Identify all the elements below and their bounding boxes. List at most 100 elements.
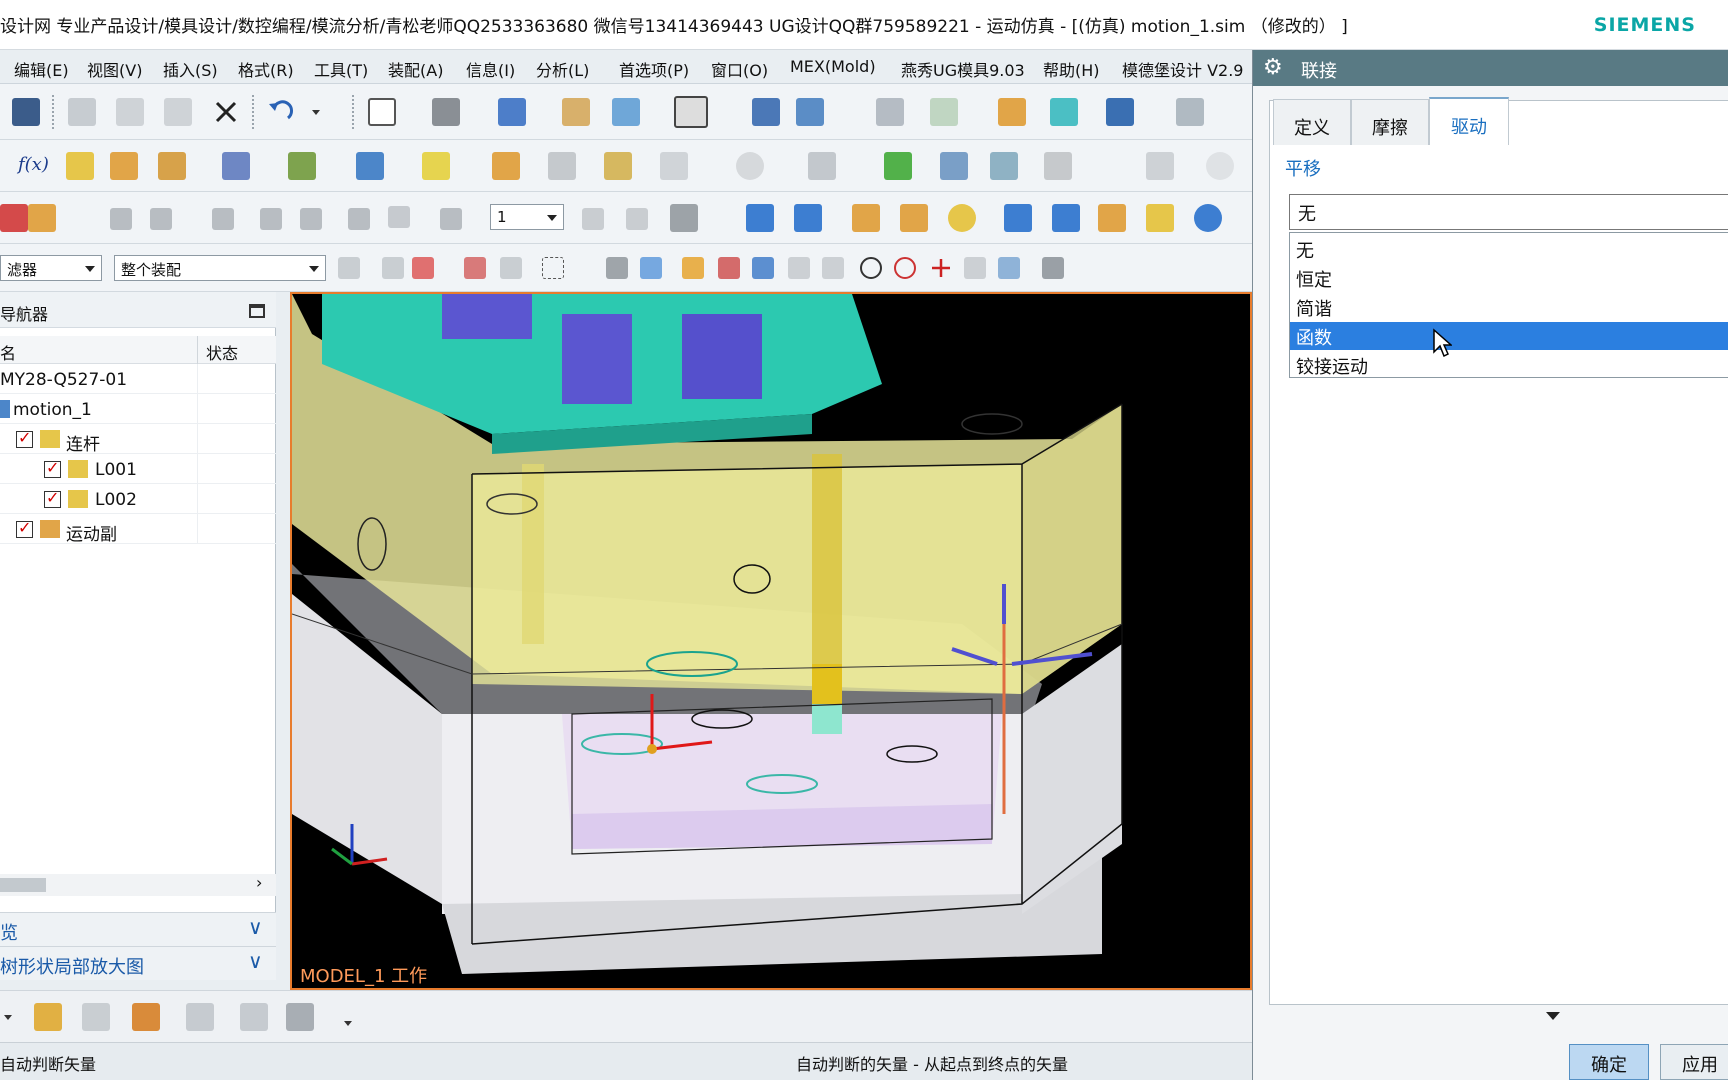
- cube-view-icon[interactable]: [498, 98, 526, 126]
- menu-assembly[interactable]: 装配(A): [388, 57, 443, 81]
- rotate-icon[interactable]: [28, 204, 56, 232]
- undo-icon[interactable]: [266, 98, 294, 126]
- marker-icon[interactable]: [422, 152, 450, 180]
- tab-friction[interactable]: 摩擦: [1351, 99, 1429, 145]
- solver-icon[interactable]: [940, 152, 968, 180]
- menu-analysis[interactable]: 分析(L): [536, 57, 589, 81]
- chevron-down-icon[interactable]: ∨: [248, 949, 263, 973]
- open-folder-icon[interactable]: [562, 98, 590, 126]
- interference-icon[interactable]: [604, 152, 632, 180]
- snap-endpoint-icon[interactable]: [682, 257, 704, 279]
- move-icon[interactable]: [796, 98, 824, 126]
- menu-yanxiu[interactable]: 燕秀UG模具9.03: [901, 57, 1025, 81]
- cut-icon[interactable]: [68, 98, 96, 126]
- menu-edit[interactable]: 编辑(E): [14, 57, 69, 81]
- dimension-icon[interactable]: [1176, 98, 1204, 126]
- option-constant[interactable]: 恒定: [1290, 264, 1728, 292]
- next-frame-icon[interactable]: [260, 208, 282, 230]
- section-icon[interactable]: [626, 208, 648, 230]
- play-icon[interactable]: [212, 208, 234, 230]
- reposition-icon[interactable]: [186, 1003, 214, 1031]
- last-frame-icon[interactable]: [300, 208, 322, 230]
- tab-driver[interactable]: 驱动: [1429, 97, 1509, 145]
- copy-icon[interactable]: [116, 98, 144, 126]
- select-face-icon[interactable]: [640, 257, 662, 279]
- link-icon[interactable]: [66, 152, 94, 180]
- search-icon[interactable]: [1206, 152, 1234, 180]
- constraint-icon[interactable]: [132, 1003, 160, 1031]
- joint-icon[interactable]: [110, 152, 138, 180]
- copy-body-icon[interactable]: [660, 152, 688, 180]
- chevron-right-icon[interactable]: ›: [256, 873, 262, 892]
- snap-perpendicular-icon[interactable]: [822, 257, 844, 279]
- snap-quadrant-icon[interactable]: [894, 257, 916, 279]
- fit-view-icon[interactable]: [368, 98, 396, 126]
- ok-button[interactable]: 确定: [1569, 1044, 1649, 1080]
- visibility-checkbox[interactable]: [44, 458, 61, 478]
- plate-icon[interactable]: [1004, 204, 1032, 232]
- snap-line-icon[interactable]: [718, 257, 740, 279]
- component-icon[interactable]: [82, 1003, 110, 1031]
- frame-select[interactable]: 1: [490, 204, 564, 230]
- snap-midpoint-icon[interactable]: [752, 257, 774, 279]
- shaded-icon[interactable]: [432, 98, 460, 126]
- snap-intersection-icon[interactable]: [930, 257, 952, 279]
- tree-node-joints[interactable]: 运动副: [0, 514, 276, 545]
- csys-icon[interactable]: [930, 98, 958, 126]
- chevron-down-icon[interactable]: [1546, 1012, 1560, 1020]
- pattern-icon[interactable]: [794, 204, 822, 232]
- snap-face-icon[interactable]: [998, 257, 1020, 279]
- gear-joint-icon[interactable]: [158, 152, 186, 180]
- tab-definition[interactable]: 定义: [1273, 99, 1351, 145]
- select-body-icon[interactable]: [606, 257, 628, 279]
- filter-icon[interactable]: [338, 257, 360, 279]
- loop-icon[interactable]: [388, 206, 410, 228]
- option-harmonic[interactable]: 简谐: [1290, 293, 1728, 321]
- save-icon[interactable]: [12, 98, 40, 126]
- playback-mode-icon[interactable]: [582, 208, 604, 230]
- contact-icon[interactable]: [808, 152, 836, 180]
- snap-icon[interactable]: [412, 257, 434, 279]
- menu-preferences[interactable]: 首选项(P): [619, 57, 689, 81]
- gear-icon[interactable]: ⚙: [1263, 55, 1283, 80]
- apply-button[interactable]: 应用: [1660, 1044, 1728, 1080]
- visibility-checkbox[interactable]: [16, 518, 33, 538]
- export-icon[interactable]: [752, 98, 780, 126]
- stack-icon[interactable]: [876, 98, 904, 126]
- pie-icon[interactable]: [1194, 204, 1222, 232]
- previous-frame-icon[interactable]: [150, 208, 172, 230]
- flower-icon[interactable]: [948, 204, 976, 232]
- check-icon[interactable]: [884, 152, 912, 180]
- preview-panel[interactable]: 览 ∨: [0, 912, 276, 946]
- point-on-curve-icon[interactable]: [356, 152, 384, 180]
- driver-icon[interactable]: [492, 152, 520, 180]
- layer-icon[interactable]: [612, 98, 640, 126]
- pin-icon[interactable]: [1098, 204, 1126, 232]
- dropdown-arrow[interactable]: [344, 1021, 352, 1026]
- damper-icon[interactable]: [288, 152, 316, 180]
- menu-mode-design[interactable]: 模德堡设计 V2.9: [1122, 57, 1243, 81]
- y-joint-icon[interactable]: [900, 204, 928, 232]
- tree-node-root[interactable]: MY28-Q527-01: [0, 364, 276, 394]
- visibility-checkbox[interactable]: [44, 488, 61, 508]
- navigator-horizontal-scrollbar[interactable]: ›: [0, 873, 276, 896]
- column-name[interactable]: 名: [0, 340, 16, 364]
- stack-plate-icon[interactable]: [1052, 204, 1080, 232]
- bracket-icon[interactable]: [852, 204, 880, 232]
- grid-icon[interactable]: [746, 204, 774, 232]
- window-icon[interactable]: [674, 96, 708, 128]
- snap-point-on-curve-icon[interactable]: [964, 257, 986, 279]
- menu-tools[interactable]: 工具(T): [314, 57, 368, 81]
- menu-format[interactable]: 格式(R): [238, 57, 294, 81]
- translation-driver-select[interactable]: 无: [1289, 194, 1728, 230]
- tree-node-l001[interactable]: L001: [0, 454, 276, 484]
- dropdown-arrow[interactable]: [4, 1015, 12, 1020]
- feature-select-icon[interactable]: [464, 257, 486, 279]
- spring-icon[interactable]: [222, 152, 250, 180]
- motion-icon[interactable]: [1106, 98, 1134, 126]
- menu-insert[interactable]: 插入(S): [163, 57, 218, 81]
- menu-help[interactable]: 帮助(H): [1043, 57, 1100, 81]
- chevron-down-icon[interactable]: ∨: [248, 915, 263, 939]
- menu-window[interactable]: 窗口(O): [711, 57, 768, 81]
- expression-button[interactable]: f(x): [18, 154, 49, 175]
